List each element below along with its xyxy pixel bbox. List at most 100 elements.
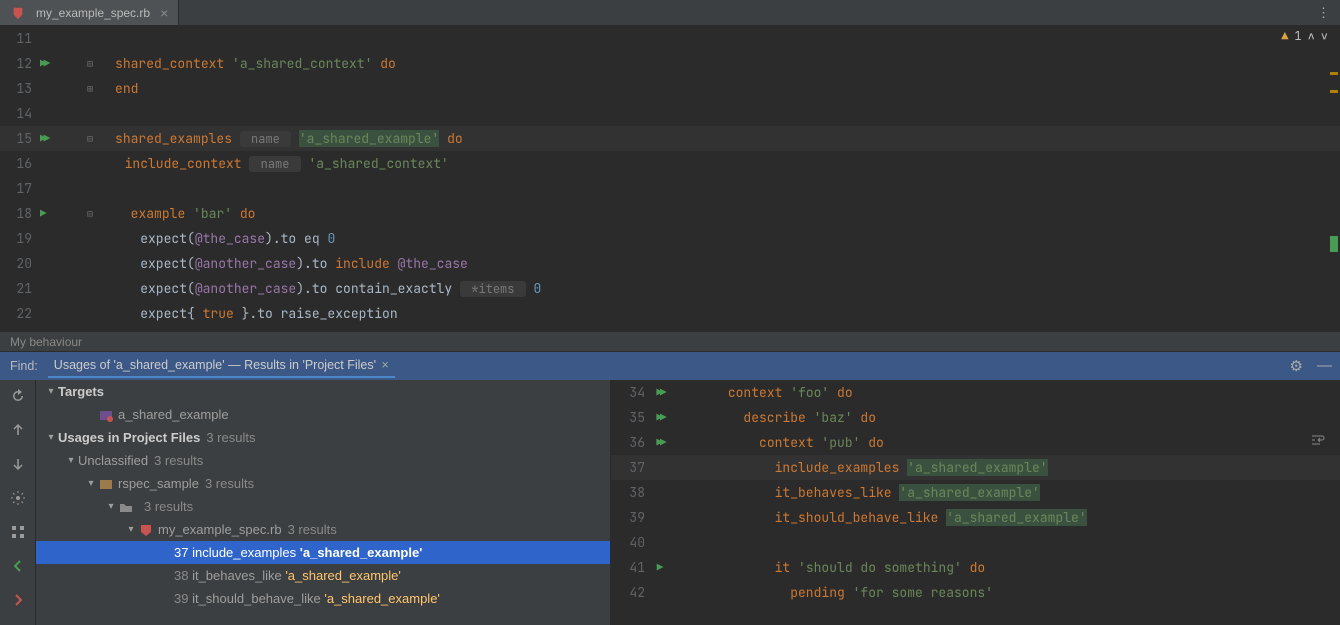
- tree-label: Unclassified: [78, 453, 148, 468]
- chevron-down-icon[interactable]: ▾: [64, 455, 78, 466]
- code-line[interactable]: 12▶▶⊟shared_context 'a_shared_context' d…: [0, 51, 1340, 76]
- next-highlight[interactable]: ∨: [1321, 28, 1328, 44]
- code-line[interactable]: 13⊞end: [0, 76, 1340, 101]
- code-line[interactable]: 16 include_context name 'a_shared_contex…: [0, 151, 1340, 176]
- line-number: 37: [611, 459, 645, 476]
- line-number: 41: [611, 559, 645, 576]
- error-stripe-marker[interactable]: [1330, 236, 1338, 252]
- gutter-icon[interactable]: ▶▶: [645, 436, 675, 450]
- tree-row[interactable]: ▾my_example_spec.rb3 results: [36, 518, 610, 541]
- result-count: 3 results: [206, 430, 255, 445]
- gutter-icon[interactable]: ▶▶: [32, 57, 87, 71]
- preview-line[interactable]: 35▶▶ describe 'baz' do: [611, 405, 1340, 430]
- preview-line[interactable]: 41▶ it 'should do something' do: [611, 555, 1340, 580]
- preview-line[interactable]: 39 it_should_behave_like 'a_shared_examp…: [611, 505, 1340, 530]
- breadcrumb[interactable]: My behaviour: [0, 331, 1340, 352]
- preview-line[interactable]: 42 pending 'for some reasons': [611, 580, 1340, 605]
- tab-overflow-menu[interactable]: ⋮: [1307, 0, 1340, 25]
- fold-toggle[interactable]: ⊟: [87, 132, 97, 145]
- gutter-icon[interactable]: ▶▶: [645, 386, 675, 400]
- fold-toggle[interactable]: ⊞: [87, 82, 97, 95]
- code-line[interactable]: 19 expect(@the_case).to eq 0: [0, 226, 1340, 251]
- gutter-icon[interactable]: ▶: [645, 561, 675, 575]
- tree-row[interactable]: 37 include_examples 'a_shared_example': [36, 541, 610, 564]
- code-text: it 'should do something' do: [675, 559, 985, 576]
- find-minimize-icon[interactable]: —: [1317, 357, 1332, 375]
- error-stripe-marker[interactable]: [1330, 90, 1338, 93]
- code-text: include_examples 'a_shared_example': [675, 459, 1048, 476]
- group-icon[interactable]: [8, 522, 28, 542]
- next-occurrence-icon[interactable]: [8, 454, 28, 474]
- line-number: 18: [0, 205, 32, 222]
- prev-highlight[interactable]: ∧: [1308, 28, 1315, 44]
- tree-row[interactable]: ▾rspec_sample3 results: [36, 472, 610, 495]
- breadcrumb-item[interactable]: My behaviour: [10, 335, 82, 349]
- code-line[interactable]: 18▶⊟ example 'bar' do: [0, 201, 1340, 226]
- code-text: shared_examples name 'a_shared_example' …: [97, 130, 463, 147]
- code-text: example 'bar' do: [97, 205, 255, 222]
- result-count: 3 results: [144, 499, 193, 514]
- tree-label: 38 it_behaves_like 'a_shared_example': [174, 568, 401, 583]
- code-editor[interactable]: 1112▶▶⊟shared_context 'a_shared_context'…: [0, 26, 1340, 331]
- error-stripe-marker[interactable]: [1330, 72, 1338, 75]
- inspection-widget[interactable]: ▲ 1 ∧ ∨: [1281, 28, 1328, 44]
- preview-line[interactable]: 37 include_examples 'a_shared_example': [611, 455, 1340, 480]
- close-tab-icon[interactable]: ×: [160, 5, 168, 21]
- ruby-file-icon: [10, 5, 26, 21]
- preview-line[interactable]: 34▶▶ context 'foo' do: [611, 380, 1340, 405]
- tree-row[interactable]: ▾Unclassified3 results: [36, 449, 610, 472]
- chevron-down-icon[interactable]: ▾: [44, 432, 58, 443]
- preview-line[interactable]: 38 it_behaves_like 'a_shared_example': [611, 480, 1340, 505]
- settings-icon[interactable]: [8, 488, 28, 508]
- editor-tab[interactable]: my_example_spec.rb ×: [0, 0, 179, 25]
- code-text: context 'pub' do: [675, 434, 884, 451]
- line-number: 20: [0, 255, 32, 272]
- line-number: 21: [0, 280, 32, 297]
- line-number: 15: [0, 130, 32, 147]
- preview-line[interactable]: 36▶▶ context 'pub' do: [611, 430, 1340, 455]
- fold-toggle[interactable]: ⊟: [87, 207, 97, 220]
- tree-row[interactable]: 39 it_should_behave_like 'a_shared_examp…: [36, 587, 610, 610]
- find-results-tab[interactable]: Usages of 'a_shared_example' — Results i…: [48, 354, 395, 378]
- prev-occurrence-icon[interactable]: [8, 420, 28, 440]
- code-line[interactable]: 20 expect(@another_case).to include @the…: [0, 251, 1340, 276]
- code-line[interactable]: 22 expect{ true }.to raise_exception: [0, 301, 1340, 326]
- fold-toggle[interactable]: ⊟: [87, 57, 97, 70]
- tree-label: rspec_sample: [118, 476, 199, 491]
- code-line[interactable]: 21 expect(@another_case).to contain_exac…: [0, 276, 1340, 301]
- preview-line[interactable]: 40: [611, 530, 1340, 555]
- close-find-tab-icon[interactable]: ×: [381, 358, 388, 372]
- find-settings-icon[interactable]: ⚙: [1290, 357, 1303, 375]
- usages-tree[interactable]: ▾Targets a_shared_example ▾Usages in Proje…: [36, 380, 611, 625]
- chevron-down-icon[interactable]: ▾: [44, 386, 58, 397]
- code-text: it_should_behave_like 'a_shared_example': [675, 509, 1087, 526]
- gutter-icon[interactable]: ▶▶: [645, 411, 675, 425]
- tree-row[interactable]: ▾Targets: [36, 380, 610, 403]
- code-text: expect{ true }.to raise_exception: [91, 305, 398, 322]
- code-line[interactable]: 14: [0, 101, 1340, 126]
- chevron-down-icon[interactable]: ▾: [104, 501, 118, 512]
- tree-row[interactable]: 38 it_behaves_like 'a_shared_example': [36, 564, 610, 587]
- line-number: 40: [611, 534, 645, 551]
- tree-row[interactable]: a_shared_example: [36, 403, 610, 426]
- code-text: expect(@the_case).to eq 0: [91, 230, 335, 247]
- tree-label: a_shared_example: [118, 407, 229, 422]
- merge-left-icon[interactable]: [8, 556, 28, 576]
- tree-row[interactable]: ▾ 3 results: [36, 495, 610, 518]
- gutter-icon[interactable]: ▶: [32, 207, 87, 221]
- usage-preview-editor[interactable]: 34▶▶ context 'foo' do35▶▶ describe 'baz'…: [611, 380, 1340, 625]
- chevron-down-icon[interactable]: ▾: [124, 524, 138, 535]
- soft-wrap-icon[interactable]: [1310, 432, 1326, 452]
- find-toolwindow-header: Find: Usages of 'a_shared_example' — Res…: [0, 352, 1340, 380]
- code-line[interactable]: 15▶▶⊟shared_examples name 'a_shared_exam…: [0, 126, 1340, 151]
- editor-tabstrip: my_example_spec.rb × ⋮: [0, 0, 1340, 26]
- merge-right-icon[interactable]: [8, 590, 28, 610]
- code-line[interactable]: 17: [0, 176, 1340, 201]
- code-line[interactable]: 11: [0, 26, 1340, 51]
- code-text: end: [97, 80, 138, 97]
- gutter-icon[interactable]: ▶▶: [32, 132, 87, 146]
- tree-row[interactable]: ▾Usages in Project Files3 results: [36, 426, 610, 449]
- rerun-icon[interactable]: [8, 386, 28, 406]
- code-text: it_behaves_like 'a_shared_example': [675, 484, 1040, 501]
- chevron-down-icon[interactable]: ▾: [84, 478, 98, 489]
